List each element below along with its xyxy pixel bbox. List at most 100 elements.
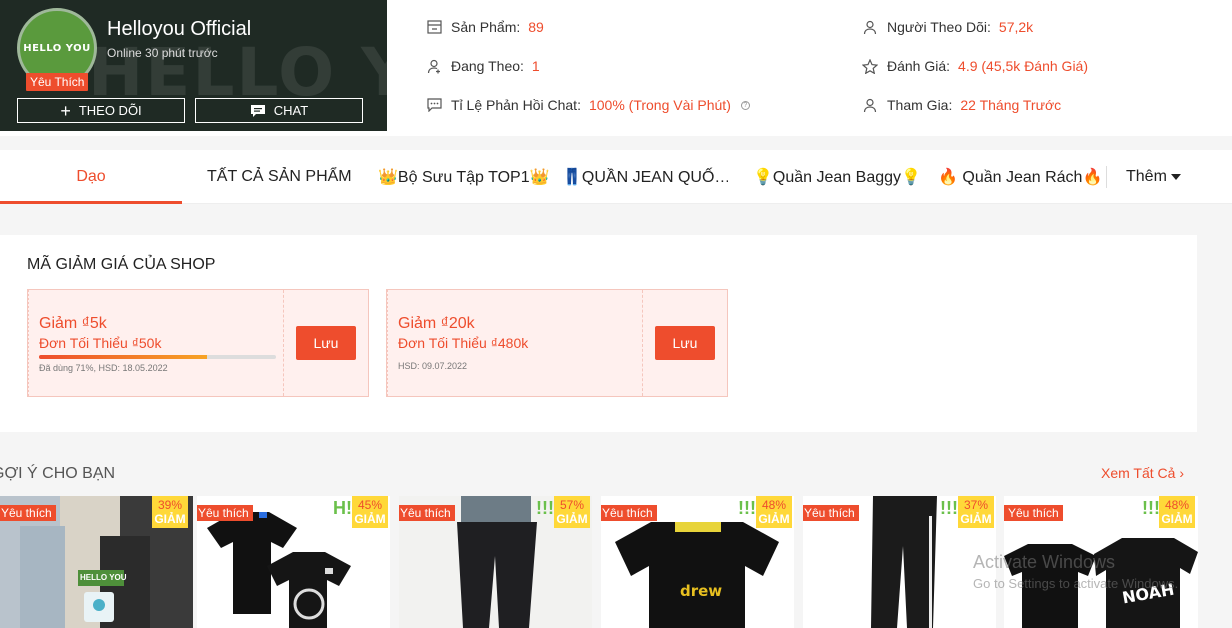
brand-logo-icon: !!! [940, 498, 958, 518]
stat-products-value: 89 [528, 19, 544, 35]
stat-chat-rate-label: Tỉ Lệ Phản Hồi Chat: [451, 97, 581, 113]
user-icon [861, 96, 879, 114]
discount-percent: 48% [1164, 498, 1190, 512]
stat-joined: Tham Gia: 22 Tháng Trước [861, 96, 1061, 114]
follow-button[interactable]: + THEO DÕI [17, 98, 185, 123]
voucher-condition: Đơn Tối Thiểu ₫480k [398, 335, 529, 351]
shop-nav: Dạo TẤT CẢ SẢN PHẨM 👑Bộ Sưu Tập TOP1👑 👖Q… [0, 150, 1232, 204]
save-voucher-button[interactable]: Lưu [655, 326, 715, 360]
windows-activation-hint: Go to Settings to activate Windows. [973, 576, 1179, 591]
stat-rating-value: 4.9 (45,5k Đánh Giá) [958, 58, 1089, 74]
discount-badge: 57% GIẢM [554, 496, 590, 528]
shop-card: HELLO YOU HELLO YOU Yêu Thích Helloyou O… [0, 0, 387, 131]
product-card[interactable]: !!! Yêu thích 37% GIẢM [803, 496, 996, 628]
discount-percent: 45% [357, 498, 383, 512]
discount-percent: 37% [963, 498, 989, 512]
product-card[interactable]: !!! Yêu thích 57% GIẢM [399, 496, 592, 628]
star-icon [861, 57, 879, 75]
voucher-usage-fill [39, 355, 208, 359]
windows-activation-watermark: Activate Windows [973, 552, 1116, 572]
voucher-edge [27, 290, 31, 396]
stat-chat-rate-value: 100% (Trong Vài Phút) [588, 97, 731, 113]
voucher-title: Giảm ₫5k [39, 315, 107, 332]
shop-online-status: Online 30 phút trước [107, 46, 218, 60]
discount-percent: 48% [761, 498, 787, 512]
stat-rating-label: Đánh Giá: [887, 58, 951, 74]
product-favorite-badge: Yêu thích [803, 505, 859, 521]
followers-icon [861, 18, 879, 36]
product-card[interactable]: HELLO YOU Yêu thích 39% GIẢM [0, 496, 193, 628]
help-icon[interactable]: ? [740, 100, 750, 110]
plus-icon: + [60, 100, 71, 121]
voucher-edge [386, 290, 390, 396]
see-all-link[interactable]: Xem Tất Cả › [1101, 465, 1184, 481]
voucher-card: Giảm ₫20k Đơn Tối Thiểu ₫480k HSD: 09.07… [386, 289, 728, 397]
voucher-title: Giảm ₫20k [398, 315, 475, 332]
voucher-divider [283, 290, 284, 396]
discount-label: GIẢM [354, 512, 386, 526]
stat-following-label: Đang Theo: [451, 58, 524, 74]
discount-label: GIẢM [758, 512, 790, 526]
tab-jean-rach[interactable]: 🔥 Quần Jean Rách🔥 [938, 150, 1102, 204]
product-card[interactable]: H! Yêu thích 45% GIẢM [197, 496, 390, 628]
discount-badge: 45% GIẢM [352, 496, 388, 528]
tab-more-label: Thêm [1126, 168, 1167, 185]
voucher-section-title: MÃ GIẢM GIÁ CỦA SHOP [27, 256, 216, 273]
discount-label: GIẢM [960, 512, 992, 526]
active-tab-underline [0, 201, 182, 204]
voucher-meta: Đã dùng 71%, HSD: 18.05.2022 [39, 363, 168, 373]
tab-top1-collection[interactable]: 👑Bộ Sưu Tập TOP1👑 [378, 150, 550, 204]
voucher-usage-bar [39, 355, 276, 359]
tab-jean-baggy[interactable]: 💡Quần Jean Baggy💡 [753, 150, 921, 204]
discount-label: GIẢM [154, 512, 186, 526]
product-card[interactable]: drew !!! Yêu thích 48% GIẢM [601, 496, 794, 628]
caret-down-icon [1170, 174, 1181, 180]
favorite-shop-badge: Yêu Thích [26, 73, 89, 91]
discount-badge: 37% GIẢM [958, 496, 994, 528]
nav-separator [1106, 166, 1107, 188]
stat-products-label: Sản Phẩm: [451, 19, 521, 35]
stat-following-value: 1 [531, 58, 540, 74]
product-favorite-badge: Yêu thích [1004, 505, 1063, 521]
product-favorite-badge: Yêu thích [601, 505, 657, 521]
tab-all-products[interactable]: TẤT CẢ SẢN PHẨM [207, 150, 352, 204]
brand-logo-icon: H! [333, 498, 352, 518]
shop-voucher-section: MÃ GIẢM GIÁ CỦA SHOP Giảm ₫5k Đơn Tối Th… [0, 235, 1197, 432]
stat-rating: Đánh Giá: 4.9 (45,5k Đánh Giá) [861, 57, 1088, 75]
save-voucher-button[interactable]: Lưu [296, 326, 356, 360]
tab-more[interactable]: Thêm [1126, 150, 1181, 204]
shop-header: HELLO YOU HELLO YOU Yêu Thích Helloyou O… [0, 0, 1232, 136]
follow-button-label: THEO DÕI [78, 103, 142, 118]
stat-products: Sản Phẩm: 89 [425, 18, 544, 36]
avatar-text: HELLO YOU [23, 42, 91, 54]
store-icon [425, 18, 443, 36]
discount-badge: 48% GIẢM [756, 496, 792, 528]
discount-label: GIẢM [1161, 512, 1193, 526]
tab-jean-quoc[interactable]: 👖QUẦN JEAN QUỐ… [562, 150, 728, 204]
user-plus-icon [425, 57, 443, 75]
discount-label: GIẢM [556, 512, 588, 526]
brand-logo-icon: !!! [1142, 498, 1160, 518]
voucher-divider [642, 290, 643, 396]
voucher-card: Giảm ₫5k Đơn Tối Thiểu ₫50k Đã dùng 71%,… [27, 289, 369, 397]
stat-joined-value: 22 Tháng Trước [960, 97, 1062, 113]
discount-badge: 39% GIẢM [152, 496, 188, 528]
brand-logo-icon: !!! [738, 498, 756, 518]
product-favorite-badge: Yêu thích [197, 505, 253, 521]
voucher-condition: Đơn Tối Thiểu ₫50k [39, 335, 162, 351]
product-favorite-badge: Yêu thích [0, 505, 56, 521]
chat-button[interactable]: CHAT [195, 98, 363, 123]
chat-icon [425, 96, 443, 114]
discount-percent: 39% [157, 498, 183, 512]
tab-dao[interactable]: Dạo [0, 150, 182, 204]
see-all-label: Xem Tất Cả [1101, 465, 1176, 481]
shirt-print-text: drew [680, 582, 723, 600]
discount-badge: 48% GIẢM [1159, 496, 1195, 528]
shop-name: Helloyou Official [107, 18, 252, 40]
discount-percent: 57% [559, 498, 585, 512]
stat-followers: Người Theo Dõi: 57,2k [861, 18, 1033, 36]
stat-following: Đang Theo: 1 [425, 57, 540, 75]
voucher-meta: HSD: 09.07.2022 [398, 361, 468, 371]
product-favorite-badge: Yêu thích [399, 505, 455, 521]
stat-followers-value: 57,2k [998, 19, 1034, 35]
